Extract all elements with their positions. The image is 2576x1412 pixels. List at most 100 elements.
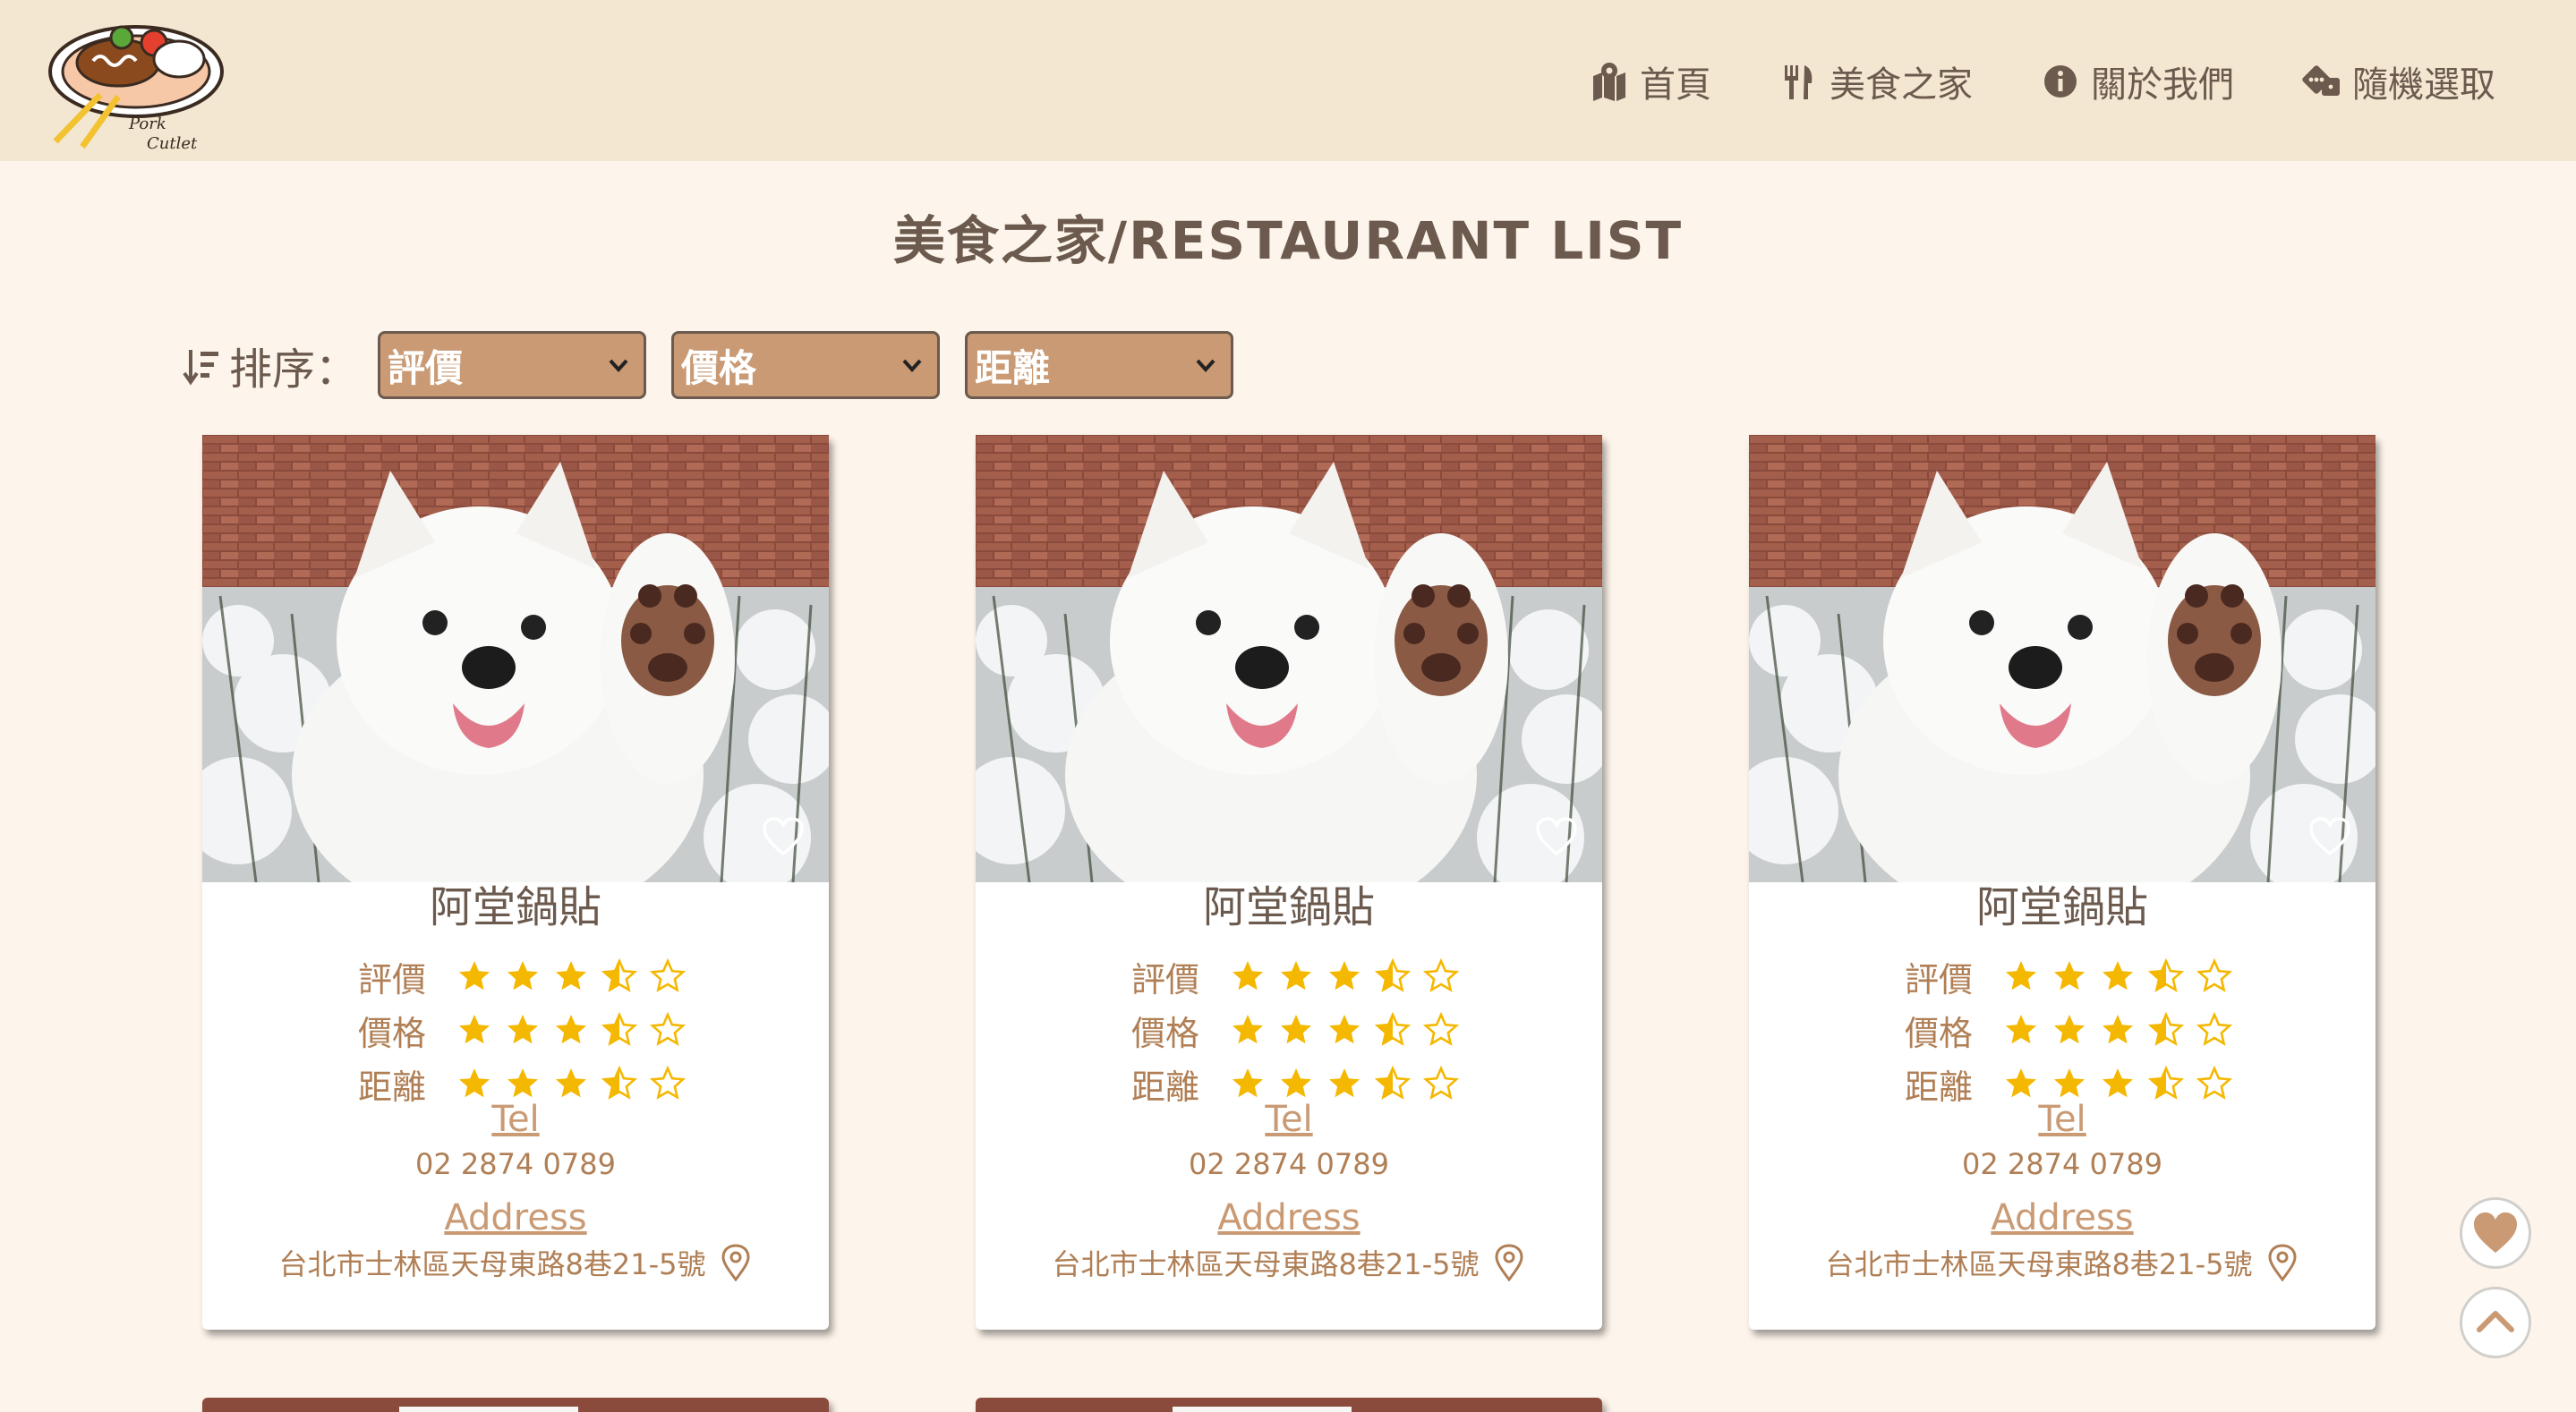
chevron-down-icon xyxy=(609,359,628,372)
restaurant-card[interactable]: 阿堂鍋貼 評價 價格 距離 Tel 02 2874 0789 Address 台… xyxy=(202,435,829,1330)
rating-row: 價格 xyxy=(358,1008,686,1053)
star-full-icon xyxy=(1329,1015,1360,1044)
restaurant-photo xyxy=(1749,435,2376,882)
restaurant-card-partial[interactable] xyxy=(976,1398,1602,1412)
star-full-icon xyxy=(2054,961,2085,991)
address-link[interactable]: Address xyxy=(976,1197,1602,1238)
star-full-icon xyxy=(1233,1068,1263,1098)
restaurant-photo xyxy=(976,435,1602,882)
star-half-icon xyxy=(2148,958,2184,992)
star-rating xyxy=(456,958,686,994)
star-full-icon xyxy=(1329,1068,1360,1098)
restaurant-photo xyxy=(202,435,829,882)
map-pin-icon[interactable] xyxy=(1492,1244,1526,1281)
address-text: 台北市士林區天母東路8巷21-5號 xyxy=(1825,1247,2253,1281)
sort-icon xyxy=(183,344,220,386)
sort-select-rating-value: 評價 xyxy=(388,345,464,390)
star-full-icon xyxy=(2006,961,2036,991)
tel-number: 02 2874 0789 xyxy=(1189,1147,1389,1181)
restaurant-card[interactable]: 阿堂鍋貼 評價 價格 距離 Tel 02 2874 0789 Address 台… xyxy=(1749,435,2376,1330)
dice-icon xyxy=(2302,62,2341,101)
address-row: 台北市士林區天母東路8巷21-5號 xyxy=(1749,1242,2376,1283)
restaurant-card-partial[interactable] xyxy=(202,1398,829,1412)
rating-label: 價格 xyxy=(1905,1013,1974,1053)
map-pin-icon[interactable] xyxy=(2265,1244,2299,1281)
restaurant-photo xyxy=(202,1398,829,1412)
tel-link[interactable]: Tel xyxy=(976,1099,1602,1140)
restaurant-name: 阿堂鍋貼 xyxy=(429,882,601,932)
star-full-icon xyxy=(2103,1015,2133,1044)
rating-row: 價格 xyxy=(1905,1008,2232,1053)
favorite-heart-icon[interactable] xyxy=(2307,814,2352,859)
rating-row: 評價 xyxy=(1905,954,2232,999)
star-empty-icon xyxy=(2196,1066,2232,1100)
star-full-icon xyxy=(2006,1015,2036,1044)
chevron-down-icon xyxy=(902,359,922,372)
restaurant-photo xyxy=(976,1398,1602,1412)
favorite-heart-icon[interactable] xyxy=(1534,814,1579,859)
star-half-icon xyxy=(2148,1012,2184,1046)
heart-icon xyxy=(2474,1212,2517,1253)
favorites-button[interactable] xyxy=(2460,1197,2531,1269)
tel-link[interactable]: Tel xyxy=(1749,1099,2376,1140)
star-full-icon xyxy=(508,1015,538,1044)
star-full-icon xyxy=(2054,1068,2085,1098)
rating-row: 評價 xyxy=(1131,954,1459,999)
star-rating xyxy=(2003,1012,2232,1048)
star-full-icon xyxy=(556,1068,586,1098)
star-full-icon xyxy=(2054,1015,2085,1044)
map-marked-icon xyxy=(1590,62,1629,101)
star-full-icon xyxy=(508,1068,538,1098)
nav-about-label: 關於我們 xyxy=(2091,64,2234,106)
star-half-icon xyxy=(601,1012,637,1046)
chevron-down-icon xyxy=(1196,359,1215,372)
restaurant-card[interactable]: 阿堂鍋貼 評價 價格 距離 Tel 02 2874 0789 Address 台… xyxy=(976,435,1602,1330)
nav-random[interactable]: 隨機選取 xyxy=(2302,55,2495,107)
nav-home[interactable]: 首頁 xyxy=(1590,55,1711,107)
star-half-icon xyxy=(601,1066,637,1100)
sort-select-distance[interactable]: 距離 xyxy=(965,331,1234,399)
star-half-icon xyxy=(1375,1066,1411,1100)
rating-label: 評價 xyxy=(1131,959,1200,999)
scroll-top-button[interactable] xyxy=(2460,1287,2531,1358)
utensils-icon xyxy=(1779,62,1819,101)
star-full-icon xyxy=(1281,961,1311,991)
star-full-icon xyxy=(1329,961,1360,991)
star-empty-icon xyxy=(650,1012,686,1046)
address-text: 台北市士林區天母東路8巷21-5號 xyxy=(1052,1247,1480,1281)
favorite-heart-icon[interactable] xyxy=(761,814,806,859)
tel-link[interactable]: Tel xyxy=(202,1099,829,1140)
star-half-icon xyxy=(2148,1066,2184,1100)
sort-select-rating[interactable]: 評價 xyxy=(378,331,647,399)
nav-random-label: 隨機選取 xyxy=(2352,64,2495,106)
address-row: 台北市士林區天母東路8巷21-5號 xyxy=(202,1242,829,1283)
nav-restaurants-label: 美食之家 xyxy=(1830,64,1973,106)
map-pin-icon[interactable] xyxy=(719,1244,753,1281)
nav-restaurants[interactable]: 美食之家 xyxy=(1779,55,1973,107)
star-empty-icon xyxy=(2196,958,2232,992)
sort-select-distance-value: 距離 xyxy=(975,345,1051,390)
site-header: Pork Cutlet 首頁 美食之家 關於我們 隨機選取 xyxy=(0,0,2576,161)
star-full-icon xyxy=(556,961,586,991)
star-full-icon xyxy=(459,1015,490,1044)
nav-about[interactable]: 關於我們 xyxy=(2041,55,2234,107)
svg-text:Cutlet: Cutlet xyxy=(147,134,198,153)
sort-select-price-value: 價格 xyxy=(681,345,757,390)
star-rating xyxy=(456,1066,686,1102)
pork-cutlet-logo[interactable]: Pork Cutlet xyxy=(47,7,240,157)
star-empty-icon xyxy=(1423,958,1459,992)
address-link[interactable]: Address xyxy=(1749,1197,2376,1238)
address-text: 台北市士林區天母東路8巷21-5號 xyxy=(278,1247,706,1281)
star-rating xyxy=(2003,958,2232,994)
star-full-icon xyxy=(1233,961,1263,991)
rating-row: 評價 xyxy=(358,954,686,999)
star-full-icon xyxy=(459,1068,490,1098)
sort-select-price[interactable]: 價格 xyxy=(671,331,941,399)
address-link[interactable]: Address xyxy=(202,1197,829,1238)
svg-text:Pork: Pork xyxy=(128,115,166,133)
star-full-icon xyxy=(508,961,538,991)
star-full-icon xyxy=(1281,1068,1311,1098)
tel-number: 02 2874 0789 xyxy=(415,1147,616,1181)
star-rating xyxy=(456,1012,686,1048)
rating-label: 評價 xyxy=(358,959,427,999)
